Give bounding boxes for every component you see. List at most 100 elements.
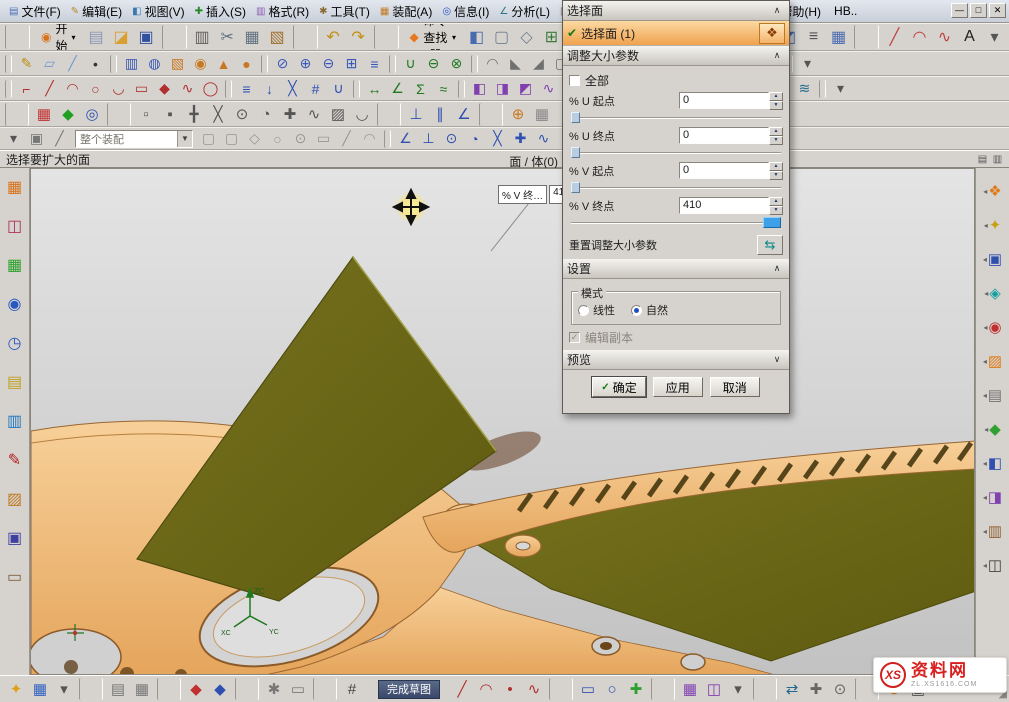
snap-existing-point-icon[interactable]: ✚ <box>278 103 302 126</box>
snap-angle-icon[interactable]: ∠ <box>394 128 417 149</box>
graphics-window[interactable]: ZC XC YC % V 终… 41 <box>30 168 975 675</box>
slider-u-end[interactable] <box>569 146 783 159</box>
bookmarks-icon[interactable]: ▥ <box>3 410 27 432</box>
start-menu-icon[interactable]: ▦ <box>28 678 52 700</box>
blue-target-icon[interactable]: ◎ <box>80 103 104 126</box>
highlight-icon[interactable]: ▢ <box>197 128 220 149</box>
paste-icon[interactable]: ▧ <box>265 25 290 49</box>
save-icon[interactable]: ▣ <box>134 25 159 49</box>
angle-icon[interactable]: ∠ <box>452 103 476 126</box>
pattern-curve-icon[interactable]: ▦ <box>678 678 702 700</box>
blue-diamond-icon[interactable]: ◆ <box>208 678 232 700</box>
chamfer-icon[interactable]: ◣ <box>504 53 527 74</box>
draft-icon[interactable]: ◢ <box>527 53 550 74</box>
cancel-button[interactable]: 取消 <box>710 377 760 397</box>
orient-view-icon[interactable]: ◇ <box>514 25 539 49</box>
snap-quad-icon[interactable]: ◔ <box>463 128 486 149</box>
boss-icon[interactable]: ⊕ <box>294 53 317 74</box>
snap-intersection-icon[interactable]: ╳ <box>206 103 230 126</box>
param-spinbox-u-start[interactable]: 0 ▲▼ <box>679 92 783 109</box>
snap-midpoint-icon[interactable]: ▪ <box>158 103 182 126</box>
web-browser-icon[interactable]: ▤ <box>3 371 27 393</box>
pocket-icon[interactable]: ⊖ <box>317 53 340 74</box>
param-value[interactable]: 0 <box>679 162 769 179</box>
poly-select-icon[interactable]: ◠ <box>358 128 381 149</box>
menu-hb[interactable]: HB.. <box>826 2 862 20</box>
new-file-icon[interactable]: ▤ <box>84 25 109 49</box>
snap-arc-center-icon[interactable]: ⊙ <box>230 103 254 126</box>
combo-caret-icon[interactable]: ▼ <box>177 131 192 147</box>
start-menu-button[interactable]: ◉ 开始 ▾ <box>33 23 84 51</box>
curve-spline-icon[interactable]: ∿ <box>932 25 957 49</box>
sketch-circle-icon[interactable]: ○ <box>600 678 624 700</box>
edge-blend-icon[interactable]: ◠ <box>481 53 504 74</box>
param-value[interactable]: 0 <box>679 127 769 144</box>
delete-face-icon[interactable]: ◂ ◉ <box>983 318 1001 336</box>
wave-link-icon[interactable]: ≋ <box>793 78 816 99</box>
shaded-view-icon[interactable]: ◧ <box>464 25 489 49</box>
mirror-curve-icon[interactable]: ◫ <box>702 678 726 700</box>
curve-arc-icon[interactable]: ◠ <box>907 25 932 49</box>
rectangle-icon[interactable]: ▭ <box>130 78 153 99</box>
curve-line-icon[interactable]: ╱ <box>882 25 907 49</box>
arc-icon[interactable]: ◠ <box>61 78 84 99</box>
snap-endpoint-icon[interactable]: ▫ <box>134 103 158 126</box>
zoom-circle-icon[interactable]: ⊙ <box>828 678 852 700</box>
command-finder-button[interactable]: ◆ 命令查找器 ▾ <box>402 23 464 51</box>
wireframe-view-icon[interactable]: ▢ <box>489 25 514 49</box>
text-annotation-icon[interactable]: A <box>957 25 982 49</box>
point-icon[interactable]: • <box>84 53 107 74</box>
select-edge-filter-icon[interactable]: ╱ <box>48 128 71 149</box>
flyout-caret-icon[interactable]: ▾ <box>982 25 1007 49</box>
sphere-icon[interactable]: ● <box>235 53 258 74</box>
cleanup-face-icon[interactable]: ◂ ◫ <box>983 556 1002 574</box>
radio-linear[interactable]: 线性 <box>578 302 615 318</box>
hole-icon[interactable]: ⊘ <box>271 53 294 74</box>
select-face-filter-icon[interactable]: ▣ <box>25 128 48 149</box>
sketch-plus-icon[interactable]: ✚ <box>624 678 648 700</box>
measure-distance-icon[interactable]: ↔ <box>363 78 386 99</box>
pad-icon[interactable]: ⊞ <box>340 53 363 74</box>
general-select-icon[interactable]: ◇ <box>243 128 266 149</box>
replace-face-icon[interactable]: ◂ ▣ <box>983 250 1002 268</box>
ellipse-icon[interactable]: ◯ <box>199 78 222 99</box>
param-spinbox-v-end[interactable]: 410 ▲▼ <box>679 197 783 214</box>
more-caret-icon[interactable]: ▾ <box>829 78 852 99</box>
slider-v-start[interactable] <box>569 181 783 194</box>
part-navigator-icon[interactable]: ▦ <box>3 254 27 276</box>
section-curve-icon[interactable]: # <box>304 78 327 99</box>
apply-button[interactable]: 应用 <box>653 377 703 397</box>
project-curve-icon[interactable]: ↓ <box>258 78 281 99</box>
collapse-chevron-icon[interactable]: ∧ <box>769 4 785 17</box>
unsew-face-icon[interactable]: ◂ ◧ <box>983 454 1002 472</box>
expand-chevron-icon[interactable]: ∨ <box>769 353 785 366</box>
edge-blend-face-icon[interactable]: ◂ ▤ <box>983 386 1002 404</box>
window-icon[interactable]: ▦ <box>826 25 851 49</box>
orthogonal-icon[interactable]: ⊥ <box>404 103 428 126</box>
inside-only-icon[interactable]: ▢ <box>220 128 243 149</box>
menu-insert[interactable]: ✚ 插入(S) <box>190 1 251 22</box>
sew-face-icon[interactable]: ◂ ◆ <box>984 420 1001 438</box>
close-button[interactable]: ✕ <box>989 3 1006 18</box>
offset-region-icon[interactable]: ◂ ✦ <box>984 216 1002 234</box>
menu-tools[interactable]: ✱ 工具(T) <box>314 1 375 22</box>
snap-plus-icon[interactable]: ✚ <box>509 128 532 149</box>
snap-point-on-curve-icon[interactable]: ∿ <box>302 103 326 126</box>
snap-curve-icon[interactable]: ∿ <box>532 128 555 149</box>
spinner-arrows-icon[interactable]: ▲▼ <box>769 197 783 214</box>
menu-view[interactable]: ◧ 视图(V) <box>127 1 189 22</box>
toolbar-anchor-icon[interactable]: ✦ <box>4 678 28 700</box>
slider-u-start[interactable] <box>569 111 783 124</box>
finish-sketch-button[interactable]: 完成草图 <box>378 680 440 699</box>
offset-curve-icon[interactable]: ≡ <box>235 78 258 99</box>
unite-icon[interactable]: ∪ <box>399 53 422 74</box>
snap-point-on-face-icon[interactable]: ▨ <box>326 103 350 126</box>
cue-clip-icon[interactable]: ▤ <box>975 152 990 166</box>
menu-information[interactable]: ◎ 信息(I) <box>437 1 494 22</box>
palette-icon[interactable]: ▨ <box>3 488 27 510</box>
sketch-point-icon[interactable]: • <box>498 678 522 700</box>
tools-icon[interactable]: ✱ <box>262 678 286 700</box>
all-checkbox[interactable] <box>569 75 580 86</box>
document-icon[interactable]: ▤ <box>106 678 130 700</box>
ok-button[interactable]: ✓ 确定 <box>592 377 645 397</box>
